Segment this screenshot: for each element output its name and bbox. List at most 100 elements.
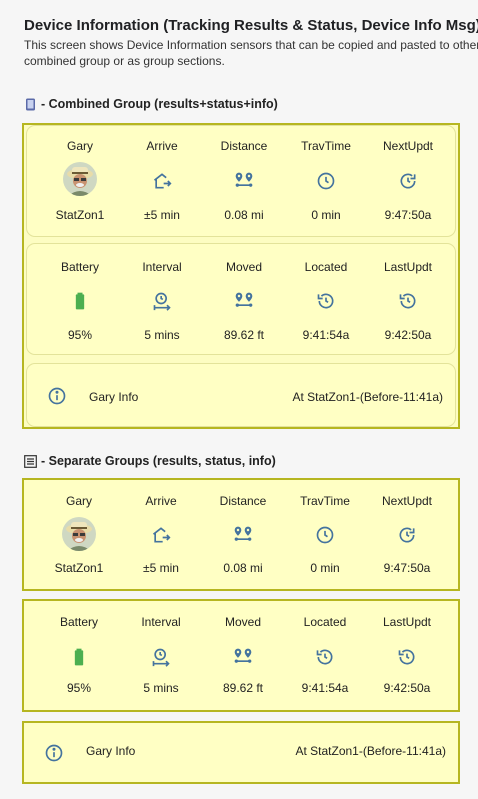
travtime-entity[interactable]: TravTime 0 min [285, 126, 367, 236]
located-entity[interactable]: Located 9:41:54a [284, 601, 366, 710]
nextupdt-label: NextUpdt [382, 139, 434, 153]
distance-state: 0.08 mi [223, 561, 263, 575]
results-row: Gary StatZon1 Arrive ±5 min Distance 0.0… [27, 126, 455, 236]
interval-state: 5 mins [143, 681, 179, 695]
moved-label: Moved [224, 615, 262, 629]
battery-entity[interactable]: Battery 95% [38, 601, 120, 710]
home-export-icon [151, 170, 173, 192]
arrive-state: ±5 min [143, 561, 179, 575]
arrive-entity[interactable]: Arrive ±5 min [121, 126, 203, 236]
timer-interval-icon [150, 646, 172, 668]
distance-label: Distance [220, 139, 268, 153]
battery-icon [68, 646, 90, 668]
battery-state: 95% [67, 328, 93, 342]
nextupdt-label: NextUpdt [381, 494, 433, 508]
moved-entity[interactable]: Moved 89.62 ft [203, 244, 285, 354]
separate-status-card: Battery 95% Interval 5 mins Moved 89.62 … [22, 599, 460, 712]
distance-entity[interactable]: Distance 0.08 mi [202, 480, 284, 589]
person-entity[interactable]: Gary StatZon1 [39, 126, 121, 236]
distance-entity[interactable]: Distance 0.08 mi [203, 126, 285, 236]
history-icon [314, 646, 336, 668]
interval-entity[interactable]: Interval 5 mins [121, 244, 203, 354]
info-state: At StatZon1-(Before-11:41a) [295, 744, 446, 758]
travtime-label: TravTime [301, 139, 351, 153]
separate-results-card: Gary StatZon1 Arrive ±5 min Distance 0.0… [22, 478, 460, 591]
page-description-line1: This screen shows Device Information sen… [24, 38, 478, 52]
page-description: This screen shows Device Information sen… [24, 37, 478, 69]
history-icon [397, 290, 419, 312]
combined-group-card: Gary StatZon1 Arrive ±5 min Distance 0.0… [22, 123, 460, 429]
interval-label: Interval [142, 260, 182, 274]
lastupdt-label: LastUpdt [383, 260, 433, 274]
home-export-icon [150, 524, 172, 546]
info-name: Gary Info [86, 744, 136, 758]
interval-state: 5 mins [144, 328, 180, 342]
clock-outline-icon [314, 524, 336, 546]
status-row: Battery 95% Interval 5 mins Moved 89.62 … [24, 601, 458, 710]
information-outline-icon [47, 386, 67, 406]
separate-info-card: Gary Info At StatZon1-(Before-11:41a) [22, 721, 460, 784]
lastupdt-entity[interactable]: LastUpdt 9:42:50a [366, 601, 448, 710]
person-avatar [63, 162, 97, 196]
battery-label: Battery [60, 260, 99, 274]
history-icon [396, 646, 418, 668]
lastupdt-state: 9:42:50a [383, 681, 431, 695]
person-label: Gary [66, 139, 93, 153]
battery-state: 95% [66, 681, 92, 695]
separate-section-label: - Separate Groups (results, status, info… [41, 454, 276, 468]
map-marker-distance-icon [233, 290, 255, 312]
combined-results-card: Gary StatZon1 Arrive ±5 min Distance 0.0… [26, 125, 456, 237]
moved-state: 89.62 ft [222, 681, 264, 695]
page-title: Device Information (Tracking Results & S… [24, 17, 478, 34]
info-name: Gary Info [89, 390, 139, 404]
combined-section-title: - Combined Group (results+status+info) [24, 97, 278, 111]
located-label: Located [304, 260, 348, 274]
info-row[interactable]: Gary Info At StatZon1-(Before-11:41a) [27, 364, 455, 426]
moved-entity[interactable]: Moved 89.62 ft [202, 601, 284, 710]
info-row[interactable]: Gary Info At StatZon1-(Before-11:41a) [24, 723, 458, 782]
located-state: 9:41:54a [302, 328, 350, 342]
lastupdt-label: LastUpdt [382, 615, 432, 629]
moved-label: Moved [225, 260, 263, 274]
travtime-entity[interactable]: TravTime 0 min [284, 480, 366, 589]
map-marker-distance-icon [232, 524, 254, 546]
person-avatar [62, 517, 96, 551]
map-marker-distance-icon [232, 646, 254, 668]
combined-status-card: Battery 95% Interval 5 mins Moved 89.62 … [26, 243, 456, 355]
travtime-state: 0 min [310, 561, 340, 575]
nextupdt-state: 9:47:50a [383, 561, 431, 575]
map-marker-distance-icon [233, 170, 255, 192]
travtime-label: TravTime [300, 494, 350, 508]
battery-label: Battery [59, 615, 98, 629]
distance-label: Distance [219, 494, 267, 508]
located-state: 9:41:54a [301, 681, 349, 695]
arrive-state: ±5 min [144, 208, 180, 222]
lastupdt-entity[interactable]: LastUpdt 9:42:50a [367, 244, 449, 354]
located-label: Located [303, 615, 347, 629]
update-icon [397, 170, 419, 192]
tablet-icon [24, 98, 37, 111]
page-description-line2: combined group or as group sections. [24, 54, 225, 68]
person-entity[interactable]: Gary StatZon1 [38, 480, 120, 589]
nextupdt-entity[interactable]: NextUpdt 9:47:50a [367, 126, 449, 236]
info-state: At StatZon1-(Before-11:41a) [292, 390, 443, 404]
interval-label: Interval [141, 615, 181, 629]
moved-state: 89.62 ft [223, 328, 265, 342]
update-icon [396, 524, 418, 546]
nextupdt-entity[interactable]: NextUpdt 9:47:50a [366, 480, 448, 589]
information-outline-icon [44, 743, 64, 763]
combined-info-card: Gary Info At StatZon1-(Before-11:41a) [26, 363, 456, 427]
located-entity[interactable]: Located 9:41:54a [285, 244, 367, 354]
interval-entity[interactable]: Interval 5 mins [120, 601, 202, 710]
arrive-entity[interactable]: Arrive ±5 min [120, 480, 202, 589]
lastupdt-state: 9:42:50a [384, 328, 432, 342]
person-state: StatZon1 [54, 561, 104, 575]
format-list-group-icon [24, 454, 37, 468]
status-row: Battery 95% Interval 5 mins Moved 89.62 … [27, 244, 455, 354]
battery-entity[interactable]: Battery 95% [39, 244, 121, 354]
arrive-label: Arrive [146, 139, 178, 153]
arrive-label: Arrive [145, 494, 177, 508]
history-icon [315, 290, 337, 312]
battery-icon [69, 290, 91, 312]
nextupdt-state: 9:47:50a [384, 208, 432, 222]
